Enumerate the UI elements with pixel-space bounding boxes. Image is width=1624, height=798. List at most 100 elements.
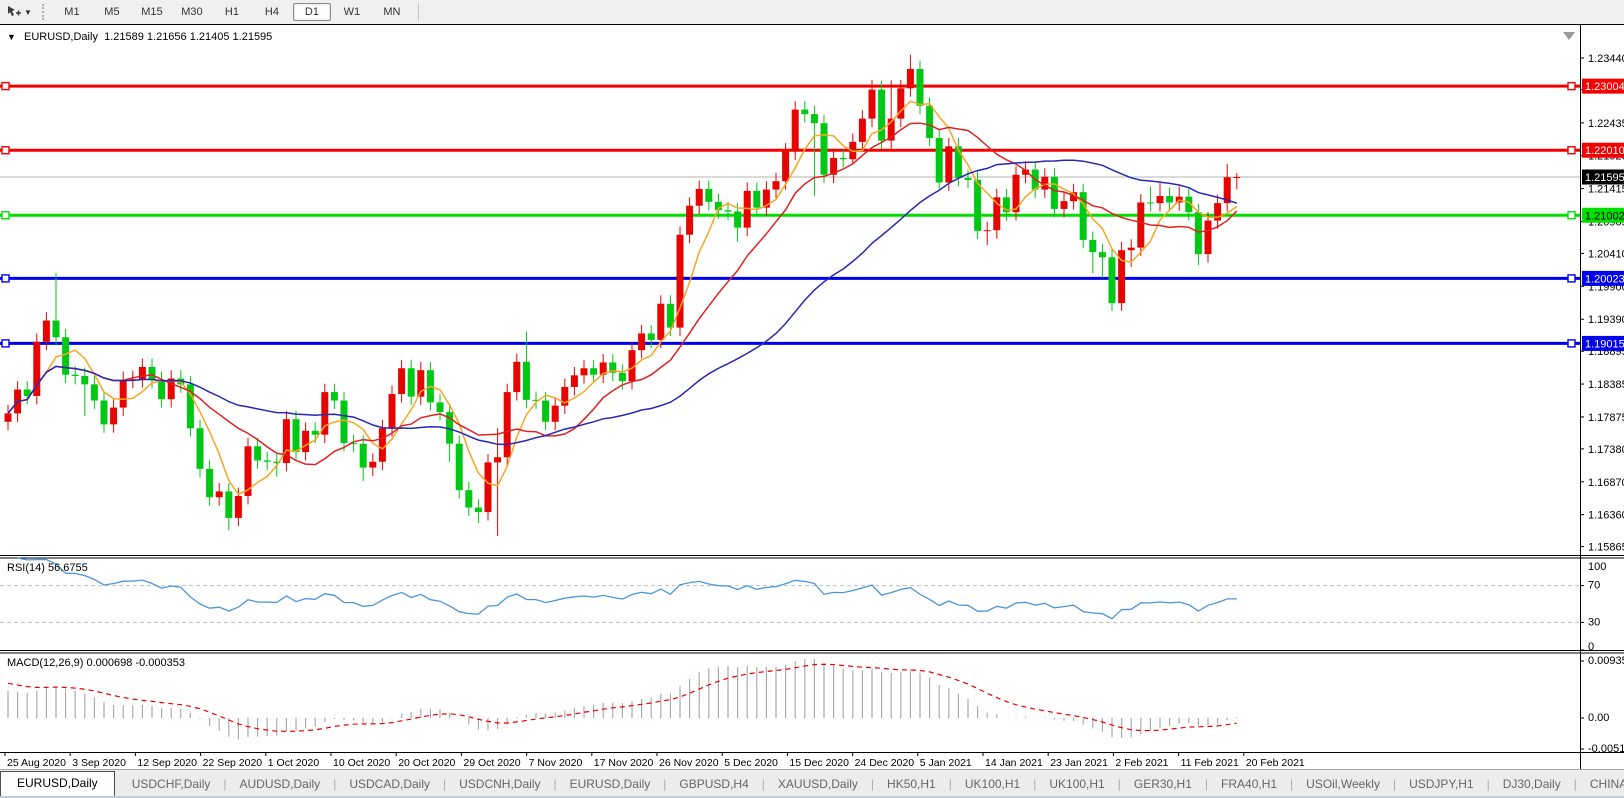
candle [571,375,578,387]
candle [1109,257,1116,303]
candle [686,206,693,235]
candle [782,152,789,182]
timeframe-button-D1[interactable]: D1 [293,3,331,21]
candle [725,210,732,211]
price-tick-label: 1.16360 [1588,510,1624,522]
macd-signal-value: -0.000353 [135,657,185,669]
hline-handle[interactable] [2,147,9,154]
date-label: 7 Nov 2020 [529,757,583,769]
timeframe-button-MN[interactable]: MN [373,3,411,21]
price-badge-1.20023-text: 1.20023 [1585,273,1624,285]
chart-shift-marker-icon[interactable] [1563,32,1575,40]
date-label: 15 Dec 2020 [789,757,849,769]
hline-handle[interactable] [1568,340,1575,347]
ma-line-5 [8,101,1237,494]
price-badge-1.22010: 1.22010 [1582,143,1624,158]
chart-context-arrow[interactable]: ▼ [7,32,16,42]
candle [773,181,780,189]
tab-usoil-weekly[interactable]: USOil,Weekly [1293,773,1393,797]
price-tick-label: 1.16870 [1588,477,1624,489]
timeframe-button-M30[interactable]: M30 [173,3,211,21]
terminal-window: ▼ M1M5M15M30H1H4D1W1MN 1.234401.229501.2… [0,0,1624,798]
chart-tool-icon[interactable] [4,3,24,21]
timeframe-button-M1[interactable]: M1 [53,3,91,21]
date-label: 2 Feb 2021 [1115,757,1168,769]
candle [513,362,520,392]
candle [657,304,664,340]
candle [590,368,597,374]
tab-ger30-h1[interactable]: GER30,H1 [1121,773,1205,797]
tab-china300-h1[interactable]: CHINA300,H1 [1577,773,1624,797]
candle [840,158,847,159]
candle [869,90,876,119]
candle [110,408,117,425]
hline-handle[interactable] [1568,212,1575,219]
candle [705,189,712,202]
date-label: 25 Aug 2020 [7,757,66,769]
macd-main-value: 0.000698 [86,657,132,669]
price-badge-1.20023: 1.20023 [1582,271,1624,286]
tab-fra40-h1[interactable]: FRA40,H1 [1208,773,1290,797]
date-label: 24 Dec 2020 [855,757,915,769]
candle [341,400,348,443]
candle [878,90,885,141]
candle [1137,202,1144,247]
hline-handle[interactable] [1568,83,1575,90]
hline-handle[interactable] [2,212,9,219]
candle [5,413,12,421]
toolbar-grip [42,4,44,20]
price-tick-label: 1.20410 [1588,248,1624,260]
tab-eurusd-daily[interactable]: EURUSD,Daily [0,771,115,797]
price-tick-label: 1.22435 [1588,118,1624,130]
tab-eurusd-daily[interactable]: EURUSD,Daily [557,773,664,797]
hline-handle[interactable] [2,275,9,282]
candle [216,491,223,497]
hline-handle[interactable] [2,83,9,90]
price-tick-label: 1.23440 [1588,53,1624,65]
hline-handle[interactable] [2,340,9,347]
candle [504,392,511,457]
tab-audusd-daily[interactable]: AUDUSD,Daily [227,773,334,797]
date-label: 26 Nov 2020 [659,757,719,769]
timeframe-button-H1[interactable]: H1 [213,3,251,21]
hline-handle[interactable] [1568,147,1575,154]
timeframe-button-M5[interactable]: M5 [93,3,131,21]
tab-usdchf-daily[interactable]: USDCHF,Daily [119,773,224,797]
chart-ohlc-values: 1.21589 1.21656 1.21405 1.21595 [104,31,272,43]
price-tick-label: 1.18385 [1588,379,1624,391]
candle [581,368,588,375]
candle [811,114,818,123]
tab-usdjpy-h1[interactable]: USDJPY,H1 [1396,773,1486,797]
timeframe-button-H4[interactable]: H4 [253,3,291,21]
tab-gbpusd-h4[interactable]: GBPUSD,H4 [666,773,761,797]
candle [53,321,60,338]
candle [43,321,50,342]
candle [264,460,271,461]
tab-usdcad-daily[interactable]: USDCAD,Daily [336,773,443,797]
tab-uk100-h1[interactable]: UK100,H1 [1036,773,1117,797]
candle [792,110,799,152]
candle [753,191,760,208]
price-tick-label: 1.17380 [1588,444,1624,456]
candle [62,337,69,374]
tab-uk100-h1[interactable]: UK100,H1 [952,773,1033,797]
rsi-value: 56.6755 [48,562,88,574]
hline-handle[interactable] [1568,275,1575,282]
date-label: 20 Oct 2020 [398,757,455,769]
candle [91,384,98,400]
timeframe-button-M15[interactable]: M15 [133,3,171,21]
candle [437,402,444,412]
candle [542,400,549,421]
rsi-panel: 10070300 [0,558,1606,653]
timeframe-button-W1[interactable]: W1 [333,3,371,21]
candle [974,180,981,231]
chart-canvas[interactable]: 1.234401.229501.224351.219251.214151.209… [0,25,1624,770]
tab-dj30-daily[interactable]: DJ30,Daily [1490,773,1574,797]
candle [408,368,415,396]
tab-usdcnh-daily[interactable]: USDCNH,Daily [446,773,553,797]
tab-hk50-h1[interactable]: HK50,H1 [874,773,949,797]
rsi-indicator-label: RSI(14) 56.6755 [7,562,88,574]
candle [360,444,367,468]
tab-xauusd-daily[interactable]: XAUUSD,Daily [765,773,871,797]
tool-dropdown-caret[interactable]: ▼ [24,8,32,17]
